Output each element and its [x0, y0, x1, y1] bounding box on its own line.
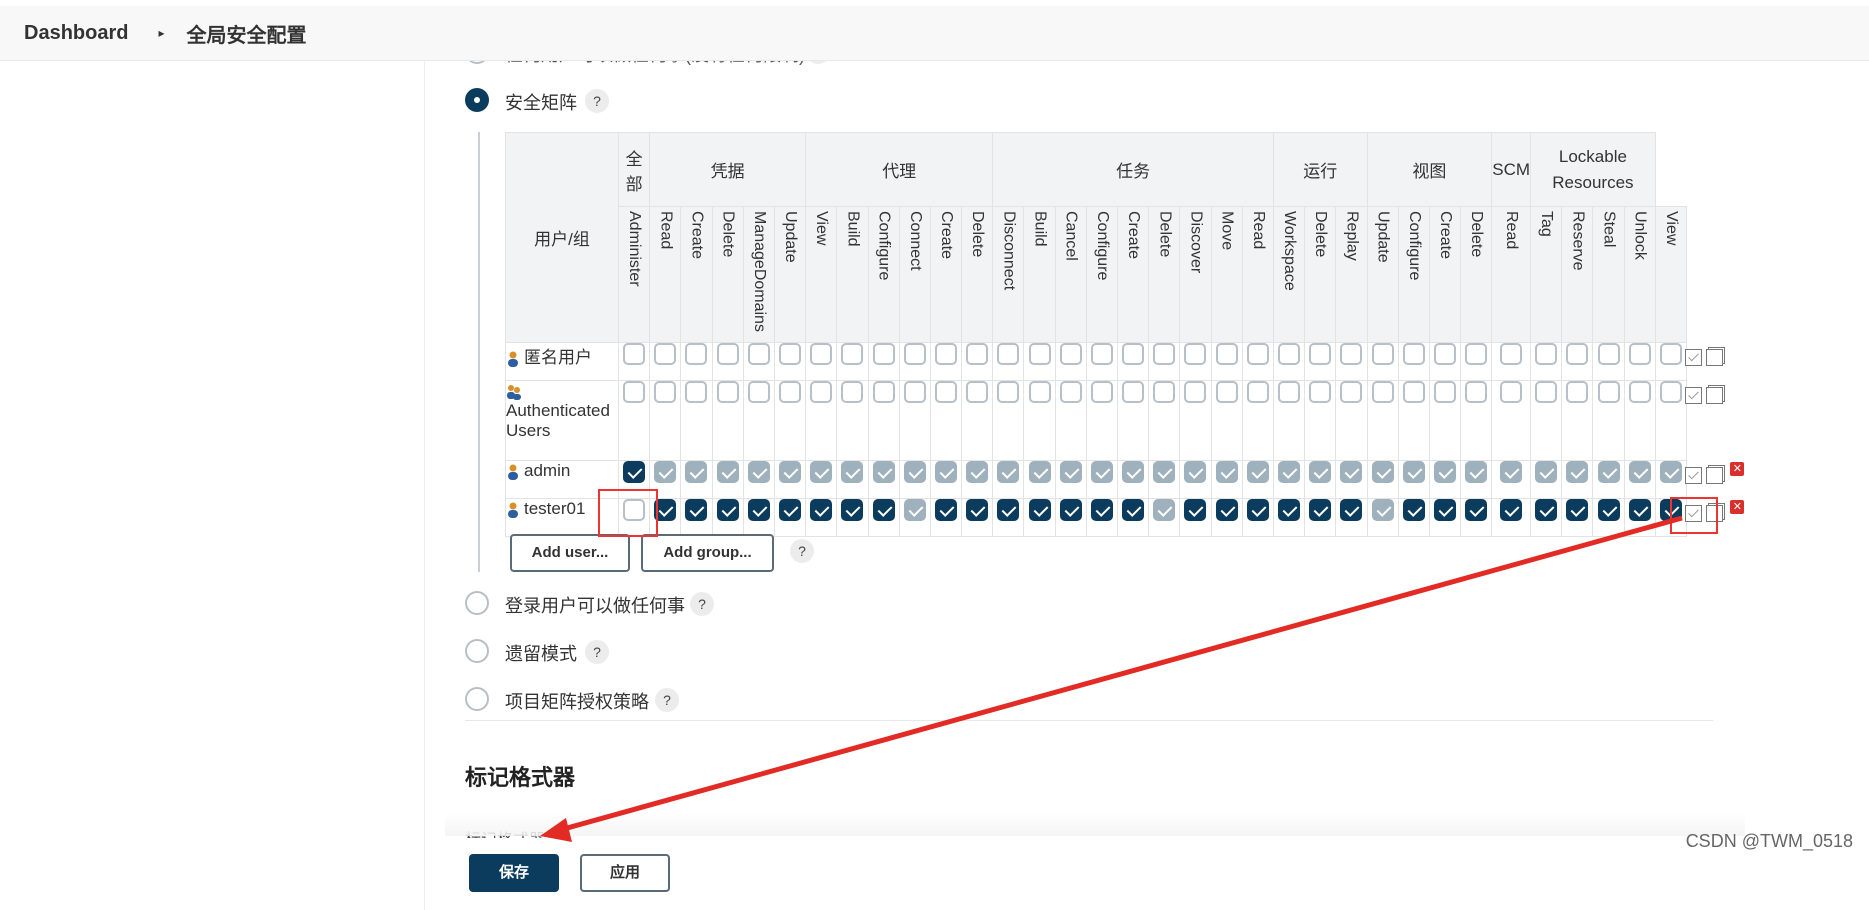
- breadcrumb-dashboard-link[interactable]: Dashboard: [24, 22, 128, 45]
- breadcrumb: Dashboard ▸ 全局安全配置: [0, 6, 1869, 60]
- annotation-arrow: [540, 515, 1683, 842]
- chevron-right-icon: ▸: [158, 26, 165, 40]
- breadcrumb-page-title[interactable]: 全局安全配置: [187, 19, 307, 48]
